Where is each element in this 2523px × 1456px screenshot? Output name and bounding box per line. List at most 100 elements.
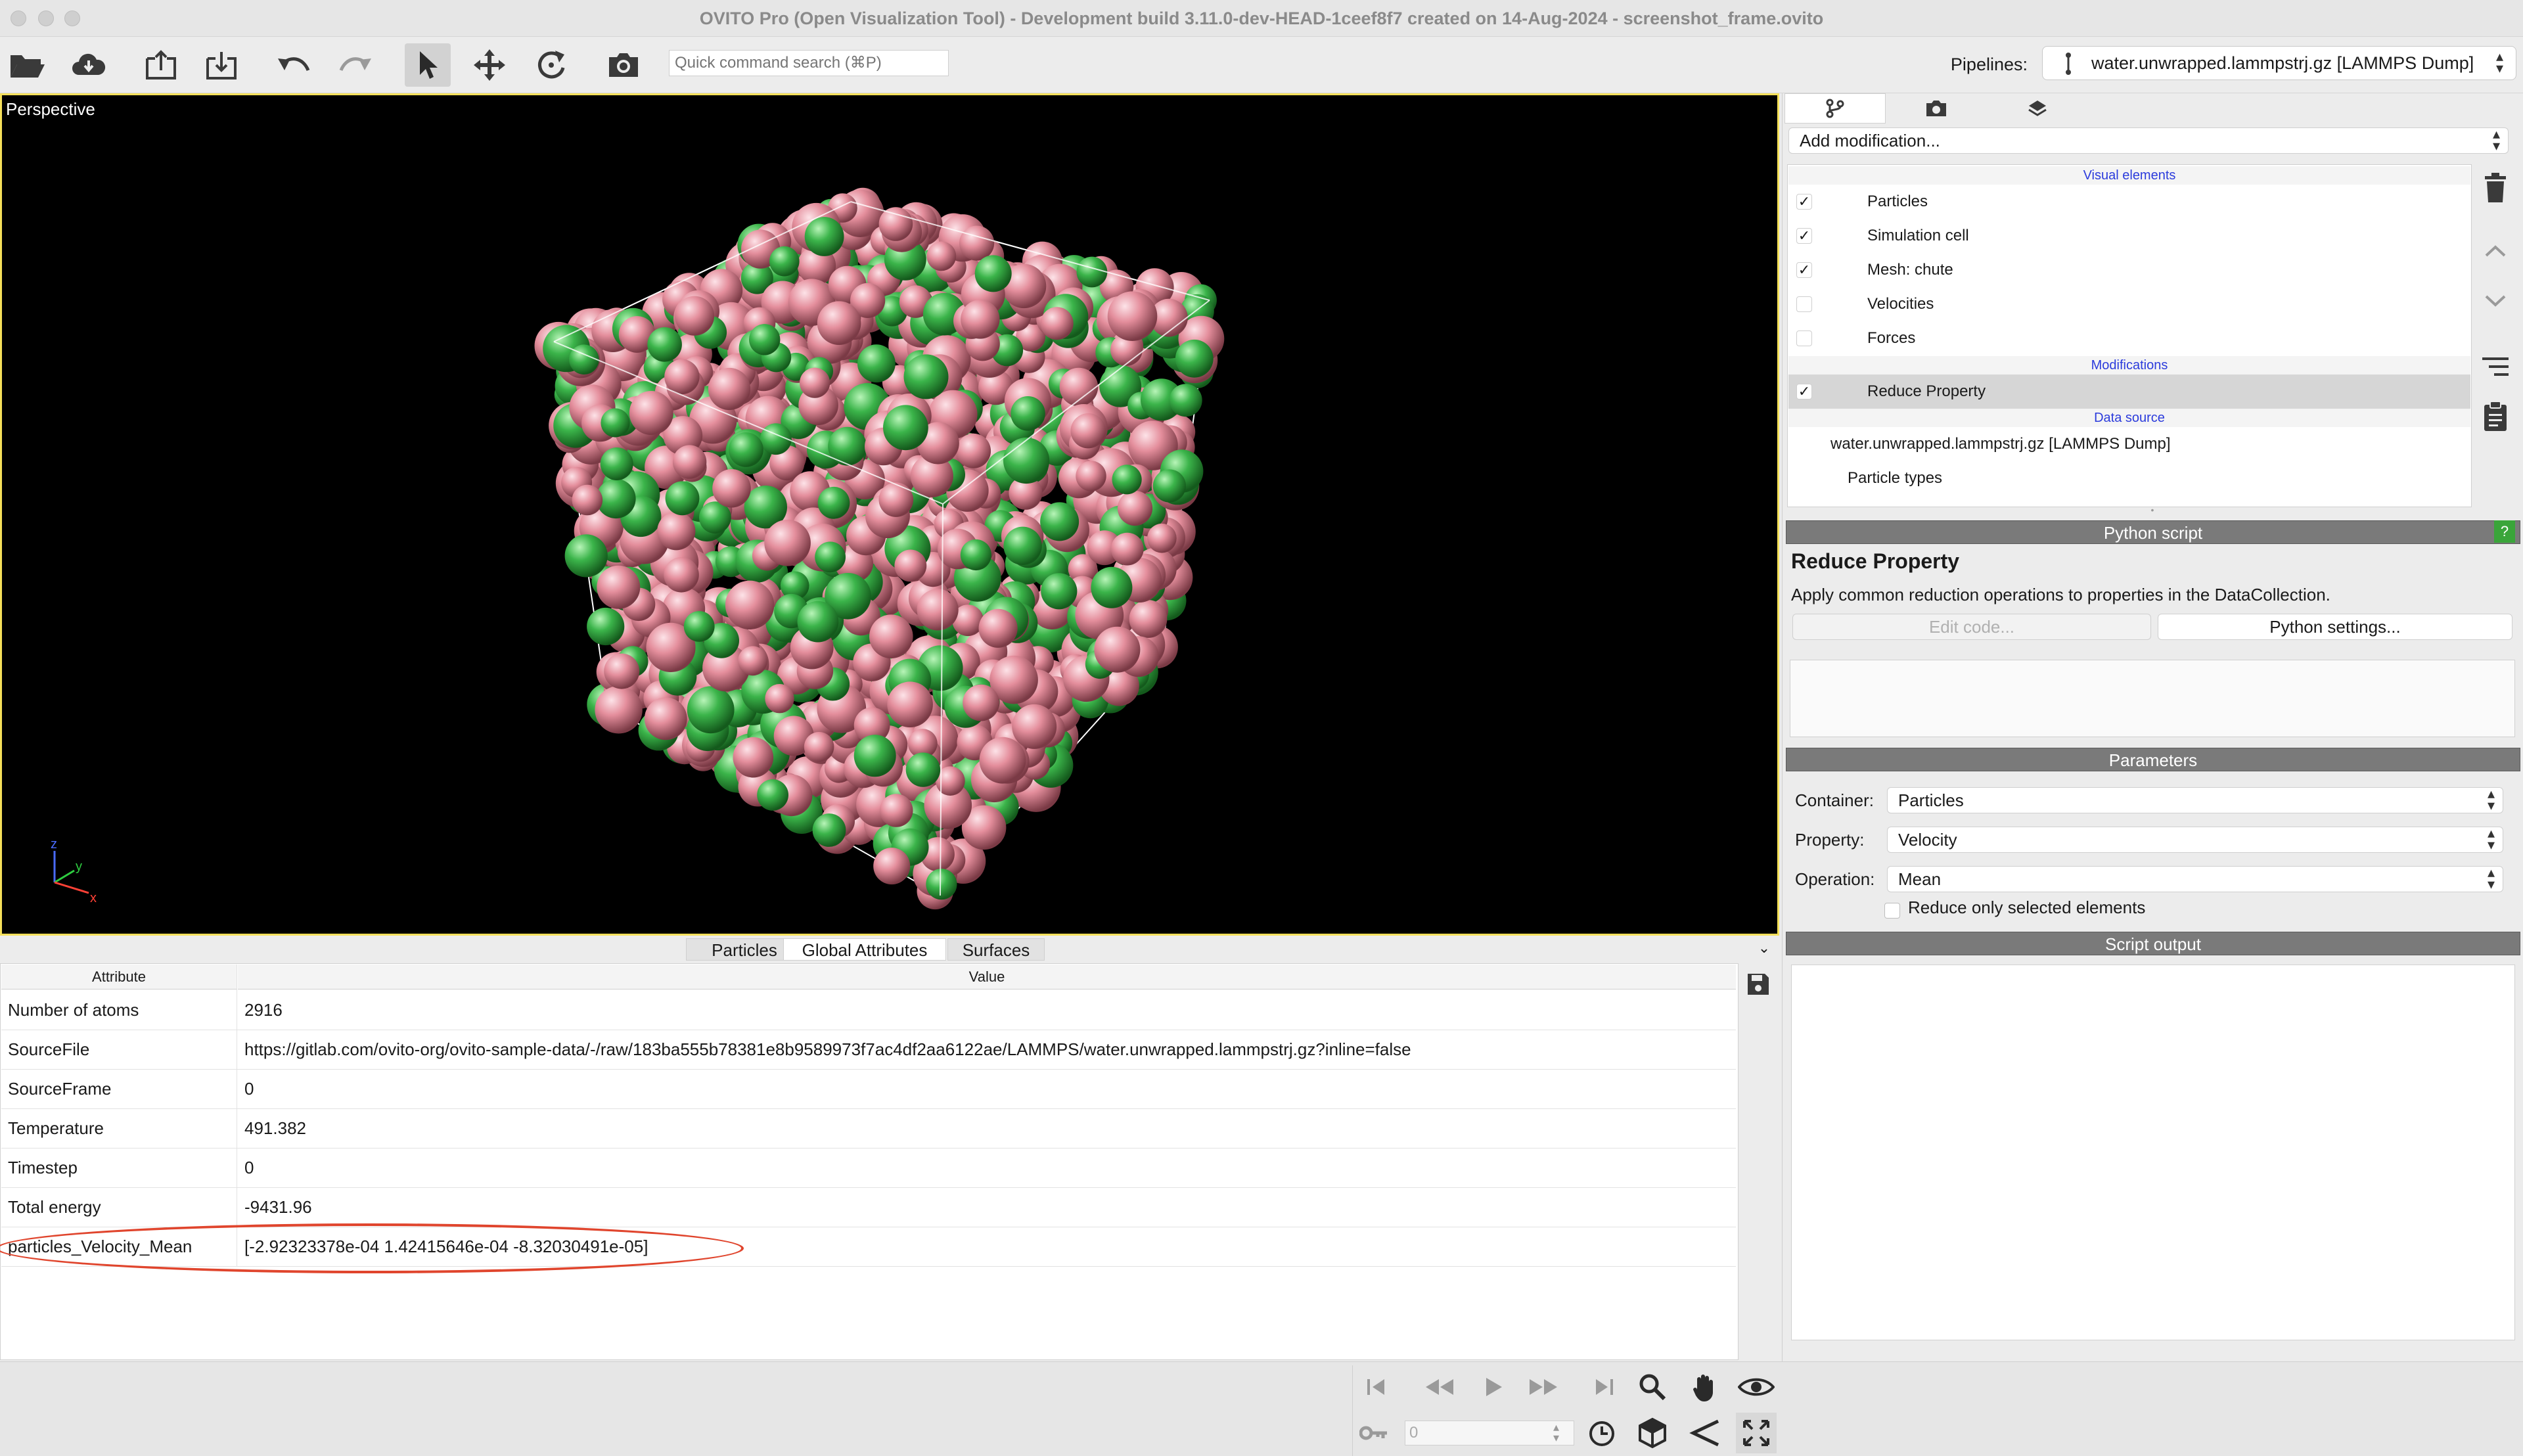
attribute-name-cell: SourceFrame [8, 1079, 112, 1099]
maximize-viewport-button[interactable] [1736, 1413, 1777, 1453]
attribute-name-cell: Number of atoms [8, 1000, 139, 1020]
frame-spinner-input[interactable]: 0 [1405, 1421, 1574, 1445]
undo-icon [278, 57, 310, 72]
table-row[interactable]: SourceFrame 0 [1, 1070, 1736, 1109]
visual-element-item[interactable]: Velocities [1788, 287, 2470, 321]
visual-element-enable-checkbox[interactable] [1796, 296, 1812, 312]
data-source-item[interactable]: water.unwrapped.lammpstrj.gz [LAMMPS Dum… [1788, 427, 2470, 461]
viewport-perspective[interactable]: Perspective z y x [0, 93, 1779, 936]
column-header-value[interactable]: Value [238, 965, 1736, 990]
splitter-handle[interactable]: • [2148, 505, 2156, 514]
tab-pipeline-editor[interactable] [1784, 93, 1886, 124]
pan-mode-button[interactable] [1685, 1368, 1725, 1406]
tab-render-settings[interactable] [1886, 93, 1987, 124]
window-title: OVITO Pro (Open Visualization Tool) - De… [699, 9, 1824, 28]
previous-frame-button[interactable] [1419, 1368, 1460, 1406]
tab-surfaces[interactable]: Surfaces [947, 938, 1045, 961]
rotate-mode-button[interactable] [528, 43, 574, 87]
zoom-scene-extents-button[interactable] [1632, 1413, 1673, 1453]
column-header-attribute[interactable]: Attribute [1, 965, 237, 990]
particle-types-item[interactable]: Particle types [1788, 461, 2470, 495]
property-label: Property: [1795, 830, 1865, 850]
camera-icon [1926, 101, 1946, 116]
modifier-item[interactable]: ✓ Reduce Property [1788, 375, 2470, 409]
move-icon [474, 49, 505, 81]
viewport-caption[interactable]: Perspective [6, 99, 95, 120]
script-output-area [1791, 965, 2515, 1340]
move-mode-button[interactable] [466, 43, 512, 87]
open-file-button[interactable] [4, 43, 50, 87]
visual-element-item[interactable]: ✓ Mesh: chute [1788, 253, 2470, 287]
load-remote-file-button[interactable] [66, 43, 112, 87]
table-row[interactable]: Number of atoms 2916 [1, 991, 1736, 1030]
play-icon [1486, 1378, 1502, 1396]
orbit-mode-button[interactable] [1736, 1368, 1777, 1406]
render-button[interactable] [601, 43, 647, 87]
add-modification-dropdown[interactable]: Add modification... ▴ ▾ [1788, 127, 2509, 154]
attribute-value-cell: 0 [244, 1158, 254, 1177]
edit-code-button[interactable]: Edit code... [1792, 614, 2151, 640]
delete-modifier-button[interactable] [2478, 168, 2512, 208]
hand-icon [1693, 1375, 1713, 1401]
coordinate-axis-tripod-icon: z y x [51, 837, 97, 905]
save-session-icon [206, 52, 237, 80]
visual-element-enable-checkbox[interactable]: ✓ [1796, 194, 1812, 210]
pipeline-selector[interactable]: water.unwrapped.lammpstrj.gz [LAMMPS Dum… [2042, 46, 2516, 80]
save-attributes-button[interactable] [1744, 970, 1773, 999]
clipboard-icon [2484, 401, 2507, 431]
visual-element-label: Mesh: chute [1867, 261, 1953, 279]
help-button[interactable]: ? [2494, 520, 2515, 543]
tab-global-attributes[interactable]: Global Attributes [783, 938, 946, 961]
pipelines-label: Pipelines: [1950, 55, 2028, 74]
move-modifier-down-button[interactable] [2478, 284, 2512, 318]
copy-to-clipboard-button[interactable] [2478, 397, 2512, 436]
selection-mode-button[interactable] [405, 43, 451, 87]
field-of-view-button[interactable] [1685, 1413, 1725, 1453]
save-session-button[interactable] [198, 43, 244, 87]
next-frame-button[interactable] [1523, 1368, 1564, 1406]
reduce-only-selected-checkbox[interactable] [1884, 903, 1900, 919]
visual-element-enable-checkbox[interactable] [1796, 330, 1812, 346]
modifier-label: Reduce Property [1867, 382, 1986, 400]
axis-label-y: y [76, 859, 82, 874]
time-settings-button[interactable] [1582, 1415, 1622, 1452]
table-row[interactable]: Total energy -9431.96 [1, 1188, 1736, 1227]
visual-element-label: Velocities [1867, 295, 1934, 313]
visual-element-item[interactable]: ✓ Particles [1788, 185, 2470, 219]
table-row[interactable]: Temperature 491.382 [1, 1109, 1736, 1149]
pipeline-menu-button[interactable] [2478, 350, 2512, 384]
animation-settings-button[interactable] [1357, 1418, 1390, 1448]
modifier-description: Apply common reduction operations to pro… [1791, 585, 2330, 604]
redo-button[interactable] [332, 43, 378, 87]
modifier-enable-checkbox[interactable]: ✓ [1796, 384, 1812, 399]
container-select[interactable]: Particles ▴ ▾ [1887, 786, 2503, 813]
collapse-inspector-chevron-icon[interactable]: ⌄ [1753, 937, 1775, 959]
operation-select[interactable]: Mean ▴ ▾ [1887, 865, 2503, 892]
table-row[interactable]: SourceFile https://gitlab.com/ovito-org/o… [1, 1030, 1736, 1070]
property-select[interactable]: Velocity ▴ ▾ [1887, 826, 2503, 853]
visual-element-item[interactable]: ✓ Simulation cell [1788, 219, 2470, 253]
undo-button[interactable] [271, 43, 317, 87]
move-modifier-up-button[interactable] [2478, 234, 2512, 268]
tab-viewport-layers[interactable] [1987, 93, 2088, 124]
spinner-arrows-icon[interactable]: ▴ ▾ [1553, 1421, 1559, 1444]
attribute-value-cell: 0 [244, 1079, 254, 1099]
modifier-title: Reduce Property [1791, 549, 1960, 573]
visual-element-item[interactable]: Forces [1788, 321, 2470, 355]
goto-start-button[interactable] [1356, 1368, 1396, 1406]
reduce-only-selected-label: Reduce only selected elements [1908, 898, 2146, 917]
visual-element-enable-checkbox[interactable]: ✓ [1796, 228, 1812, 244]
property-select-value: Velocity [1898, 830, 1957, 850]
parameters-header: Parameters [1786, 748, 2520, 771]
operation-label: Operation: [1795, 869, 1875, 889]
python-settings-button[interactable]: Python settings... [2158, 614, 2512, 640]
zoom-mode-button[interactable] [1632, 1368, 1673, 1406]
goto-end-button[interactable] [1585, 1368, 1624, 1406]
quick-command-search-input[interactable] [669, 50, 949, 76]
export-file-button[interactable] [138, 43, 184, 87]
cloud-download-icon [72, 53, 106, 75]
layers-icon [2028, 101, 2047, 116]
play-button[interactable] [1473, 1368, 1514, 1406]
visual-element-enable-checkbox[interactable]: ✓ [1796, 262, 1812, 278]
table-row[interactable]: Timestep 0 [1, 1149, 1736, 1188]
